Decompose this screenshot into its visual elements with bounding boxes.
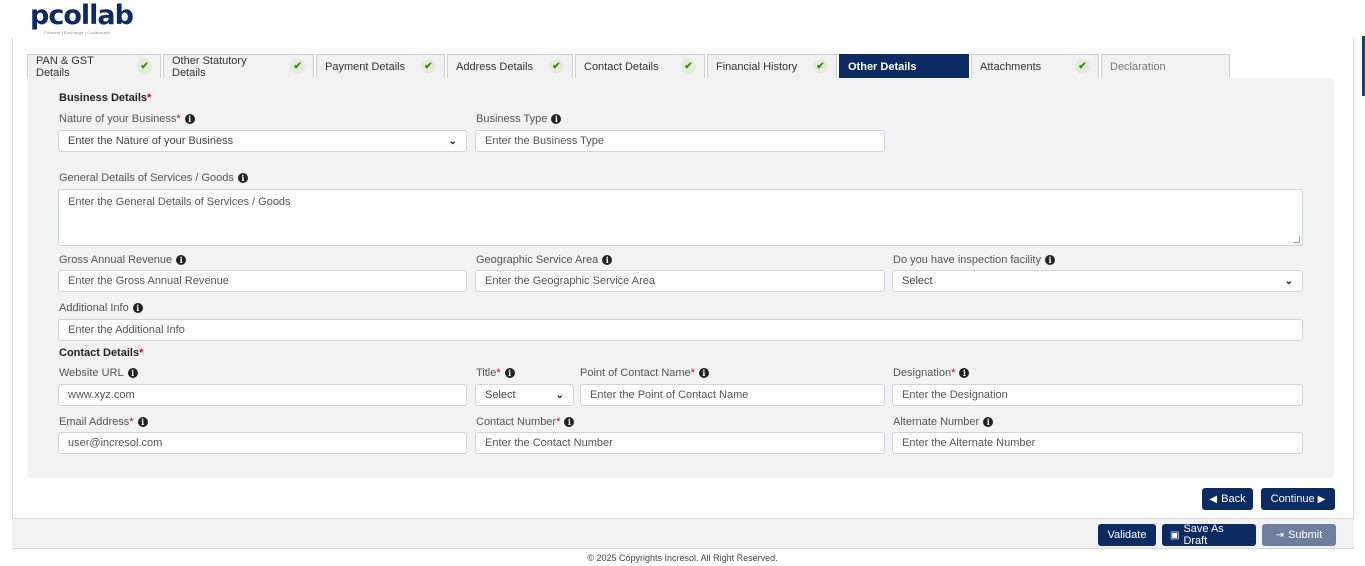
nature-label: Nature of your Business * i: [59, 113, 195, 125]
tab-other-details[interactable]: Other Details: [839, 54, 969, 78]
check-icon: ✔: [290, 59, 305, 74]
tab-financial-history[interactable]: Financial History ✔: [707, 54, 837, 78]
chevron-down-icon: ⌄: [555, 389, 564, 401]
check-icon: ✔: [813, 59, 828, 74]
info-icon: i: [176, 255, 187, 265]
poc-input[interactable]: Enter the Point of Contact Name: [580, 384, 885, 406]
additional-info-input[interactable]: Enter the Additional Info: [58, 319, 1303, 341]
designation-label: Designation * i: [893, 367, 970, 379]
info-icon: i: [564, 417, 575, 427]
contact-details-title: Contact Details*: [59, 347, 144, 359]
arrow-left-icon: ◀: [1209, 493, 1218, 505]
check-icon: ✔: [1075, 59, 1090, 74]
check-icon: ✔: [549, 59, 564, 74]
info-icon: i: [983, 417, 994, 427]
logo-text: collab: [48, 0, 134, 31]
continue-button[interactable]: Continue ▶: [1261, 488, 1335, 510]
tab-attachments[interactable]: Attachments ✔: [971, 54, 1099, 78]
website-label: Website URL i: [59, 367, 138, 379]
geo-area-label: Geographic Service Area i: [476, 254, 613, 266]
info-icon: i: [137, 417, 148, 427]
revenue-label: Gross Annual Revenue i: [59, 254, 187, 266]
inspection-select[interactable]: Select ⌄: [892, 270, 1303, 292]
logo-tagline: Connect | Exchange | Collaborate: [44, 30, 111, 35]
nature-select[interactable]: Enter the Nature of your Business ⌄: [58, 130, 467, 152]
check-icon: ✔: [681, 59, 696, 74]
resize-handle-icon[interactable]: [1293, 236, 1300, 243]
title-select[interactable]: Select ⌄: [475, 384, 574, 406]
info-icon: i: [127, 368, 138, 378]
designation-input[interactable]: Enter the Designation: [892, 384, 1303, 406]
tab-declaration[interactable]: Declaration: [1101, 54, 1230, 78]
tab-contact[interactable]: Contact Details ✔: [575, 54, 705, 78]
revenue-input[interactable]: Enter the Gross Annual Revenue: [58, 270, 467, 292]
chevron-down-icon: ⌄: [448, 135, 457, 147]
wizard-tabs: PAN & GST Details ✔ Other Statutory Detai…: [27, 54, 1232, 79]
business-type-input[interactable]: Enter the Business Type: [475, 130, 885, 152]
check-icon: ✔: [137, 59, 152, 74]
alternate-number-label: Alternate Number i: [893, 416, 994, 428]
business-type-label: Business Type i: [476, 113, 562, 125]
app-logo: pcollab Connect | Exchange | Collaborate: [30, 0, 134, 36]
info-icon: i: [184, 114, 195, 124]
info-icon: i: [551, 114, 562, 124]
copyright-text: © 2025 Copyrights Incresol. All Right Re…: [587, 553, 778, 563]
poc-label: Point of Contact Name * i: [580, 367, 709, 379]
tab-other-statutory[interactable]: Other Statutory Details ✔: [163, 54, 314, 79]
save-icon: ▣: [1170, 529, 1180, 541]
inspection-label: Do you have inspection facility i: [893, 254, 1055, 266]
info-icon: i: [602, 255, 613, 265]
info-icon: i: [698, 368, 709, 378]
business-details-title: Business Details*: [59, 92, 152, 104]
check-icon: ✔: [421, 59, 436, 74]
alternate-number-input[interactable]: Enter the Alternate Number: [892, 432, 1303, 454]
submit-button[interactable]: ⇥ Submit: [1262, 524, 1336, 546]
chevron-down-icon: ⌄: [1284, 275, 1293, 287]
tab-pan-gst[interactable]: PAN & GST Details ✔: [27, 54, 161, 79]
back-button[interactable]: ◀ Back: [1202, 488, 1253, 510]
logo-letter: p: [30, 0, 49, 31]
tab-payment[interactable]: Payment Details ✔: [316, 54, 445, 78]
title-label: Title * i: [476, 367, 515, 379]
info-icon: i: [504, 368, 515, 378]
general-details-label: General Details of Services / Goods i: [59, 172, 248, 184]
email-label: Email Address * i: [59, 416, 148, 428]
info-icon: i: [237, 173, 248, 183]
contact-number-label: Contact Number * i: [476, 416, 575, 428]
sign-in-icon: ⇥: [1275, 529, 1285, 541]
info-icon: i: [959, 368, 970, 378]
info-icon: i: [132, 303, 143, 313]
save-draft-button[interactable]: ▣ Save As Draft: [1162, 523, 1256, 547]
general-details-textarea[interactable]: Enter the General Details of Services / …: [58, 189, 1303, 246]
validate-button[interactable]: Validate: [1098, 524, 1156, 546]
additional-info-label: Additional Info i: [59, 302, 143, 314]
contact-number-input[interactable]: Enter the Contact Number: [475, 432, 885, 454]
info-icon: i: [1044, 255, 1055, 265]
email-input[interactable]: user@incresol.com: [58, 432, 467, 454]
arrow-right-icon: ▶: [1317, 493, 1326, 505]
geo-area-input[interactable]: Enter the Geographic Service Area: [475, 270, 885, 292]
website-input[interactable]: www.xyz.com: [58, 384, 467, 406]
tab-address[interactable]: Address Details ✔: [447, 54, 573, 78]
